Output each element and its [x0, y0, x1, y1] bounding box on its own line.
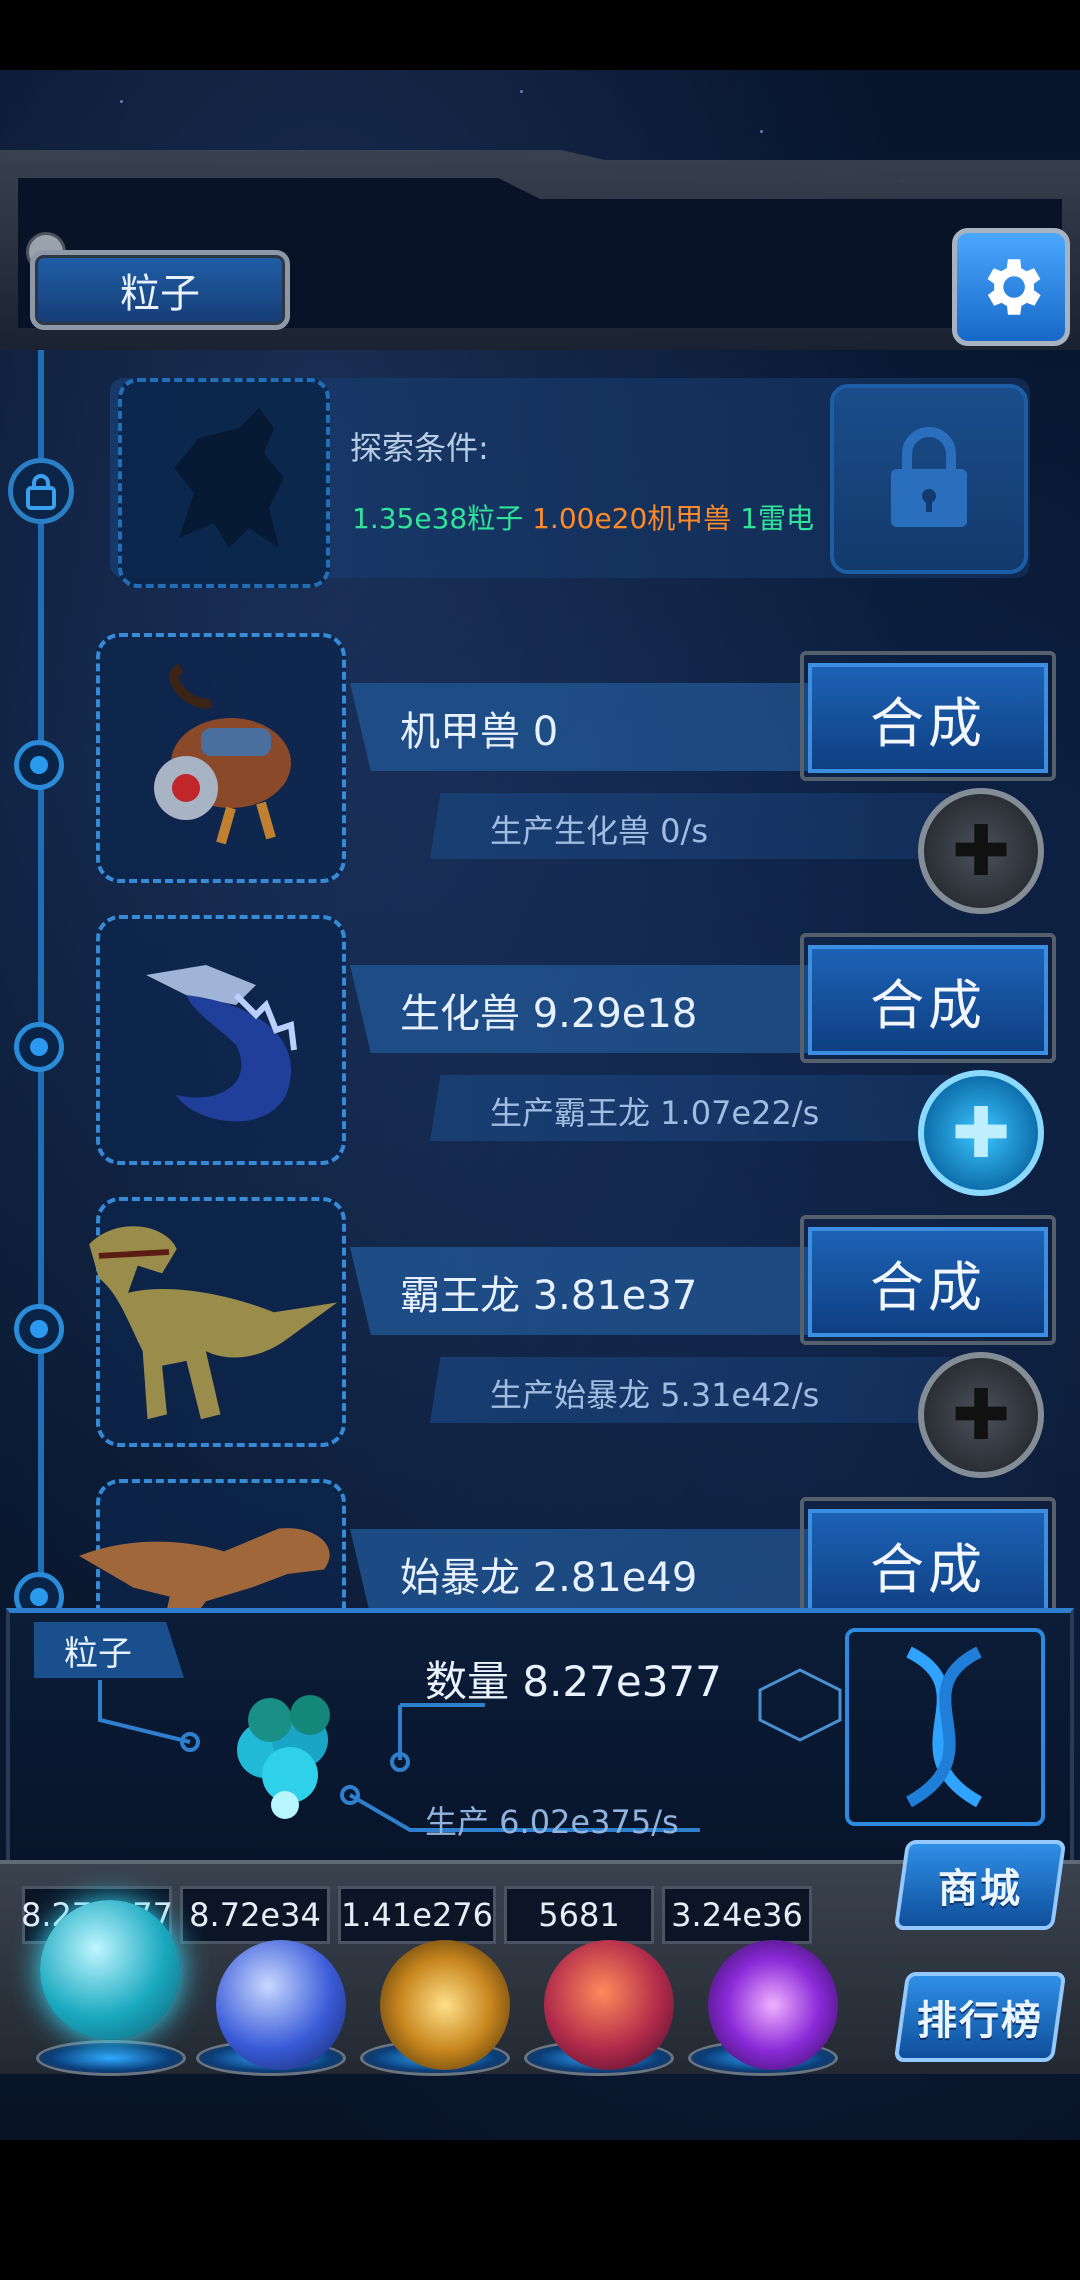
synthesize-button[interactable]: 合成: [808, 945, 1048, 1055]
synthesize-button[interactable]: 合成: [808, 663, 1048, 773]
info-tab: 粒子: [34, 1622, 184, 1678]
gear-icon: [987, 259, 1041, 315]
creature-row: 霸王龙 3.81e37 生产始暴龙 5.31e42/s 合成 ✚: [0, 1197, 1080, 1478]
orb-pedestal: [36, 2040, 186, 2076]
lightning-orb-icon[interactable]: [216, 1940, 346, 2070]
resource-count: 数量 8.27e377: [425, 1657, 722, 1706]
creature-name: 霸王龙 3.81e37: [400, 1273, 698, 1319]
creature-name: 生化兽 9.29e18: [400, 991, 698, 1037]
creature-name: 始暴龙 2.81e49: [400, 1555, 698, 1601]
navigation-bar: [0, 2140, 1080, 2280]
bio-beast-icon: [146, 965, 297, 1122]
info-tab-label: 粒子: [64, 1633, 132, 1674]
silhouette-icon: [174, 408, 284, 548]
explore-requirements: 1.35e38粒子 1.00e20机甲兽 1雷电: [352, 497, 814, 537]
upgrade-plus-button[interactable]: ✚: [918, 1070, 1044, 1196]
locked-creature-silhouette: [118, 378, 330, 588]
resource-rate: 生产 6.02e375/s: [425, 1803, 679, 1841]
particle-cluster-icon: [237, 1695, 330, 1819]
synthesize-label: 合成: [870, 1255, 986, 1319]
explore-label: 探索条件:: [350, 429, 489, 467]
lock-icon: [891, 427, 967, 527]
synthesize-label: 合成: [870, 1537, 986, 1601]
status-bar: [0, 0, 1080, 70]
plus-icon: ✚: [951, 1092, 1011, 1174]
requirement-particles: 1.35e38粒子: [352, 502, 524, 535]
requirement-mecha: 1.00e20机甲兽: [532, 502, 732, 535]
creature-row: 机甲兽 0 生产生化兽 0/s 合成 ✚: [0, 633, 1080, 914]
mecha-beast-icon: [154, 663, 291, 845]
synthesize-label: 合成: [870, 973, 986, 1037]
creature-name: 机甲兽 0: [400, 709, 559, 755]
t-rex-icon: [89, 1226, 338, 1420]
creature-portrait[interactable]: [89, 1197, 346, 1447]
resource-title-tab[interactable]: 粒子: [30, 250, 290, 330]
rail-lock-node: [8, 458, 74, 524]
creature-row: 生化兽 9.29e18 生产霸王龙 1.07e22/s 合成 ✚: [0, 915, 1080, 1196]
shop-button[interactable]: 商城: [893, 1840, 1067, 1930]
brain-orb-icon[interactable]: [544, 1940, 674, 2070]
resource-value-galaxy: 1.41e276: [338, 1886, 496, 1944]
creature-portrait[interactable]: [96, 915, 346, 1165]
settings-button[interactable]: [952, 228, 1070, 346]
synthesize-button[interactable]: 合成: [808, 1509, 1048, 1619]
resource-value-lightning: 8.72e34: [180, 1886, 330, 1944]
upgrade-plus-button[interactable]: ✚: [918, 788, 1044, 914]
production-rate: 生产始暴龙 5.31e42/s: [490, 1376, 820, 1414]
upgrade-plus-button[interactable]: ✚: [918, 1352, 1044, 1478]
ranking-button[interactable]: 排行榜: [893, 1972, 1067, 2062]
requirement-lightning: 1雷电: [740, 502, 815, 535]
page-title: 粒子: [120, 271, 200, 317]
dna-icon: [845, 1628, 1045, 1826]
plus-icon: ✚: [951, 1374, 1011, 1456]
lock-icon: [26, 474, 56, 510]
resource-value-brain: 5681: [504, 1886, 654, 1944]
production-rate: 生产霸王龙 1.07e22/s: [490, 1094, 820, 1132]
synthesize-label: 合成: [870, 691, 986, 755]
particle-orb-icon[interactable]: [40, 1900, 180, 2040]
explore-lock-button[interactable]: [830, 384, 1028, 574]
synthesize-button[interactable]: 合成: [808, 1227, 1048, 1337]
creature-portrait[interactable]: [96, 633, 346, 883]
ranking-label: 排行榜: [917, 1998, 1043, 2044]
vortex-orb-icon[interactable]: [708, 1940, 838, 2070]
galaxy-orb-icon[interactable]: [380, 1940, 510, 2070]
plus-icon: ✚: [951, 810, 1011, 892]
shop-label: 商城: [938, 1866, 1022, 1912]
production-rate: 生产生化兽 0/s: [490, 812, 708, 850]
resource-value-vortex: 3.24e36: [662, 1886, 812, 1944]
